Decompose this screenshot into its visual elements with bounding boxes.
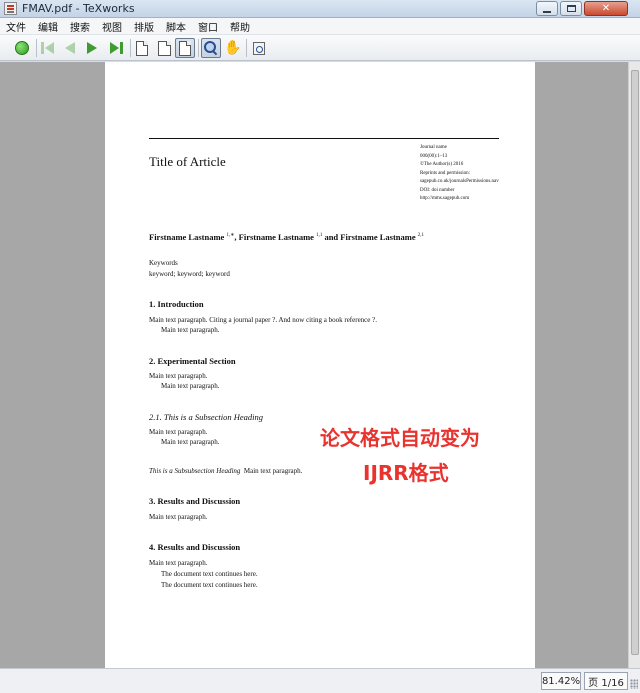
author-separator: and (322, 232, 341, 242)
toolbar-separator (130, 39, 131, 57)
window-title: FMAV.pdf - TeXworks (22, 2, 135, 15)
annotation-text: 论文格式自动变为 (320, 426, 480, 450)
fit-width-button[interactable] (154, 38, 174, 58)
paragraph: Main text paragraph. (149, 372, 208, 380)
journal-info-line: 000(00):1–13 (420, 153, 448, 159)
author-affiliation: 2,1 (417, 233, 424, 239)
keywords-heading: Keywords (149, 259, 178, 267)
subsubsection-paragraph: This is a Subsubsection Heading Main tex… (149, 467, 302, 475)
previous-page-button[interactable] (60, 38, 80, 58)
fit-window-button[interactable] (175, 38, 195, 58)
find-source-icon (253, 41, 265, 55)
magnify-icon (204, 41, 218, 55)
close-icon: ✕ (601, 2, 611, 14)
last-page-icon (109, 42, 123, 54)
title-bar: FMAV.pdf - TeXworks ✕ (0, 0, 640, 18)
paragraph: The document text continues here. (161, 570, 258, 578)
journal-info-line: http://mms.sagepub.com (420, 196, 470, 201)
actual-size-button[interactable] (132, 38, 152, 58)
menu-bar: 文件 编辑 搜索 视图 排版 脚本 窗口 帮助 (0, 18, 640, 35)
previous-page-icon (63, 42, 77, 54)
typeset-icon (15, 41, 29, 55)
menu-typeset[interactable]: 排版 (134, 19, 154, 34)
header-rule (149, 138, 499, 139)
resize-grip-icon[interactable] (630, 679, 638, 689)
actual-size-icon (136, 40, 148, 56)
menu-edit[interactable]: 编辑 (38, 19, 58, 34)
typeset-button[interactable] (12, 38, 32, 58)
journal-info-line: Reprints and permission: (420, 170, 470, 176)
scrollbar-thumb[interactable] (631, 70, 639, 655)
paragraph-text: Main text paragraph. (243, 467, 303, 475)
paragraph: Main text paragraph. (149, 428, 208, 436)
paragraph: Main text paragraph. (161, 438, 220, 446)
first-page-icon (41, 42, 55, 54)
minimize-icon (543, 10, 551, 13)
find-source-button[interactable] (249, 38, 269, 58)
journal-info-line: ©The Author(s) 2016 (420, 162, 464, 167)
journal-info-line: DOI: doi number (420, 187, 455, 193)
hand-scroll-icon: ✋ (224, 40, 242, 56)
magnify-tool-button[interactable] (201, 38, 221, 58)
zoom-level[interactable]: 81.42% (541, 672, 581, 690)
minimize-button[interactable] (536, 1, 558, 16)
section-heading: 3. Results and Discussion (149, 496, 241, 506)
last-page-button[interactable] (106, 38, 126, 58)
menu-search[interactable]: 搜索 (70, 19, 90, 34)
fit-window-icon (179, 40, 191, 56)
section-heading: 2. Experimental Section (149, 356, 236, 366)
subsubsection-heading: This is a Subsubsection Heading (149, 467, 241, 475)
menu-help[interactable]: 帮助 (230, 19, 250, 34)
menu-window[interactable]: 窗口 (198, 19, 218, 34)
paragraph: Main text paragraph. Citing a journal pa… (149, 316, 378, 324)
next-page-button[interactable] (82, 38, 102, 58)
author-list: Firstname Lastname 1,∗, Firstname Lastna… (149, 232, 424, 242)
journal-info-line: Journal name (420, 145, 447, 150)
author-name: Firstname Lastname (149, 232, 225, 242)
menu-scripts[interactable]: 脚本 (166, 19, 186, 34)
menu-view[interactable]: 视图 (102, 19, 122, 34)
maximize-icon (566, 5, 576, 12)
next-page-icon (85, 42, 99, 54)
section-heading: 4. Results and Discussion (149, 542, 241, 552)
subsection-heading: 2.1. This is a Subsection Heading (149, 412, 264, 422)
paragraph: Main text paragraph. (149, 559, 208, 567)
app-icon (4, 2, 17, 15)
paragraph: Main text paragraph. (161, 382, 220, 390)
keywords-text: keyword; keyword; keyword (149, 270, 230, 278)
toolbar-separator (246, 39, 247, 57)
annotation-text: IJRR格式 (363, 461, 449, 485)
pdf-page[interactable]: Title of Article Journal name 000(00):1–… (105, 62, 535, 668)
scroll-tool-button[interactable]: ✋ (223, 38, 243, 58)
section-heading: 1. Introduction (149, 299, 204, 309)
journal-info: Journal name 000(00):1–13 ©The Author(s)… (420, 144, 535, 204)
toolbar-separator (36, 39, 37, 57)
author-name: Firstname Lastname (340, 232, 416, 242)
author-name: Firstname Lastname (238, 232, 314, 242)
paragraph: The document text continues here. (161, 581, 258, 589)
close-button[interactable]: ✕ (584, 1, 628, 16)
page-number[interactable]: 页 1/16 (584, 672, 628, 690)
paragraph: Main text paragraph. (149, 513, 208, 521)
fit-width-icon (157, 40, 171, 56)
vertical-scrollbar[interactable] (628, 62, 640, 668)
menu-file[interactable]: 文件 (6, 19, 26, 34)
pdf-viewer[interactable]: Title of Article Journal name 000(00):1–… (0, 62, 640, 668)
toolbar: ✋ (0, 35, 640, 61)
toolbar-separator (198, 39, 199, 57)
journal-info-line: sagepub.co.uk/journalsPermissions.nav (420, 179, 499, 184)
status-bar: 81.42% 页 1/16 (0, 668, 640, 693)
first-page-button[interactable] (38, 38, 58, 58)
article-title: Title of Article (149, 154, 226, 169)
maximize-button[interactable] (560, 1, 582, 16)
paragraph: Main text paragraph. (161, 326, 220, 334)
